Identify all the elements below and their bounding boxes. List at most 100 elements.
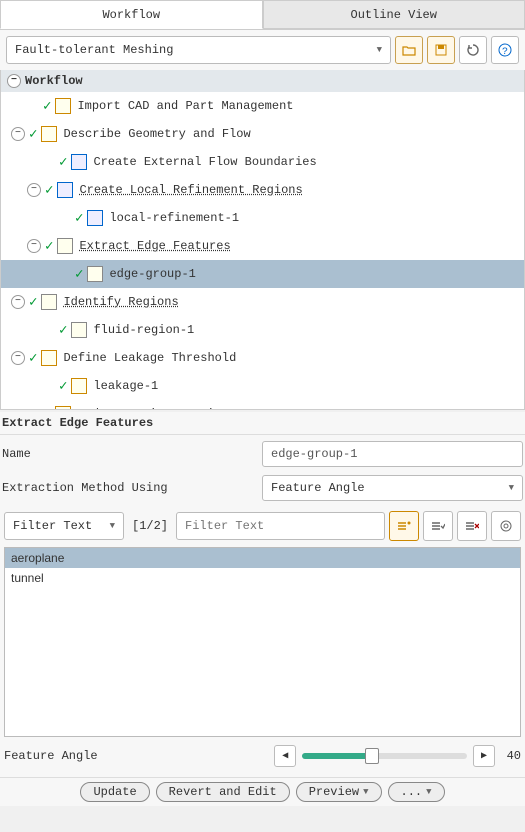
method-label: Extraction Method Using [2,481,262,495]
target-button[interactable] [491,511,521,541]
dropdown-caret-icon: ▼ [377,45,382,55]
node-external-flow[interactable]: ✓ Create External Flow Boundaries [1,148,524,176]
angle-increase-button[interactable]: ▶ [473,745,495,767]
top-tabs: Workflow Outline View [0,0,525,30]
expander-icon[interactable]: − [11,351,25,365]
refinement-item-icon [87,210,103,226]
fluid-region-icon [71,322,87,338]
tab-outline-label: Outline View [351,8,437,22]
node-leakage-1[interactable]: ✓ leakage-1 [1,372,524,400]
flow-boundaries-icon [71,154,87,170]
update-label: Update [93,785,136,799]
select-visible-button[interactable] [423,511,453,541]
list-item-tunnel[interactable]: tunnel [5,568,520,588]
check-icon: ✓ [29,126,37,143]
node-label: Extract Edge Features [79,239,230,253]
object-list[interactable]: aeroplane tunnel [4,547,521,737]
workflow-select[interactable]: Fault-tolerant Meshing ▼ [6,36,391,64]
check-icon: ✓ [59,378,67,395]
refresh-button[interactable] [459,36,487,64]
selection-count: [1/2] [128,519,172,533]
node-label: Update Region Settings [77,407,235,410]
edge-group-icon [87,266,103,282]
slider-thumb[interactable] [365,748,379,764]
node-label: Identify Regions [63,295,178,309]
node-label: fluid-region-1 [93,323,194,337]
target-icon [499,519,513,533]
geometry-icon [41,126,57,142]
dropdown-caret-icon: ▼ [509,483,514,493]
more-button[interactable]: ...▼ [388,782,445,802]
dropdown-caret-icon: ▼ [426,787,431,797]
angle-decrease-button[interactable]: ◀ [274,745,296,767]
node-local-refinement-1[interactable]: ✓ local-refinement-1 [1,204,524,232]
feature-angle-label: Feature Angle [4,749,98,763]
node-identify-regions[interactable]: − ✓ Identify Regions [1,288,524,316]
open-folder-button[interactable] [395,36,423,64]
node-extract-edge[interactable]: − ✓ Extract Edge Features [1,232,524,260]
node-import-cad[interactable]: ✓ Import CAD and Part Management [1,92,524,120]
method-select[interactable]: Feature Angle ▼ [262,475,523,501]
node-label: Define Leakage Threshold [63,351,236,365]
node-edge-group-1[interactable]: ✓ edge-group-1 [1,260,524,288]
workflow-toolbar: Fault-tolerant Meshing ▼ ? [0,30,525,70]
dropdown-caret-icon: ▼ [363,787,368,797]
node-label: leakage-1 [93,379,158,393]
expander-icon[interactable]: − [11,295,25,309]
filter-mode-label: Filter Text [13,519,92,533]
node-define-leakage[interactable]: − ✓ Define Leakage Threshold [1,344,524,372]
name-value: edge-group-1 [271,447,357,461]
select-visible-icon [431,520,445,532]
section-title: Extract Edge Features [0,412,525,435]
check-icon: ✓ [29,350,37,367]
tree-header[interactable]: − Workflow [1,70,524,92]
update-region-icon [55,406,71,410]
leakage-icon [41,350,57,366]
check-icon: ✓ [59,322,67,339]
revert-label: Revert and Edit [169,785,277,799]
feature-angle-slider[interactable] [302,753,467,759]
check-icon: ✓ [59,154,67,171]
regions-icon [41,294,57,310]
expander-icon[interactable]: − [7,74,21,88]
svg-text:?: ? [502,47,508,57]
deselect-icon [465,520,479,532]
check-icon: ✓ [45,238,53,255]
select-all-icon [397,520,411,532]
node-label: Create External Flow Boundaries [93,155,316,169]
node-update-region[interactable]: ✓ Update Region Settings [1,400,524,410]
expander-icon[interactable]: − [11,127,25,141]
feature-angle-row: Feature Angle ◀ ▶ 40 [2,741,523,771]
check-icon: ✓ [75,210,83,227]
help-button[interactable]: ? [491,36,519,64]
node-local-refinement[interactable]: − ✓ Create Local Refinement Regions [1,176,524,204]
node-label: Import CAD and Part Management [77,99,293,113]
select-all-button[interactable] [389,511,419,541]
save-icon [435,44,447,56]
preview-label: Preview [309,785,359,799]
filter-row: Filter Text ▼ [1/2] [2,509,523,543]
import-icon [55,98,71,114]
save-button[interactable] [427,36,455,64]
deselect-button[interactable] [457,511,487,541]
tab-outline-view[interactable]: Outline View [263,0,525,29]
expander-icon[interactable]: − [27,183,41,197]
node-fluid-region-1[interactable]: ✓ fluid-region-1 [1,316,524,344]
filter-input[interactable] [176,512,385,540]
node-describe-geometry[interactable]: − ✓ Describe Geometry and Flow [1,120,524,148]
preview-button[interactable]: Preview ▼ [296,782,382,802]
tab-workflow[interactable]: Workflow [0,0,263,29]
filter-mode-select[interactable]: Filter Text ▼ [4,512,124,540]
dropdown-caret-icon: ▼ [110,521,115,531]
node-label: Create Local Refinement Regions [79,183,302,197]
check-icon: ✓ [45,182,53,199]
list-item-aeroplane[interactable]: aeroplane [5,548,520,568]
name-input[interactable]: edge-group-1 [262,441,523,467]
method-value: Feature Angle [271,481,365,495]
check-icon: ✓ [43,406,51,411]
leakage-item-icon [71,378,87,394]
revert-button[interactable]: Revert and Edit [156,782,290,802]
update-button[interactable]: Update [80,782,149,802]
expander-icon[interactable]: − [27,239,41,253]
node-label: Describe Geometry and Flow [63,127,250,141]
